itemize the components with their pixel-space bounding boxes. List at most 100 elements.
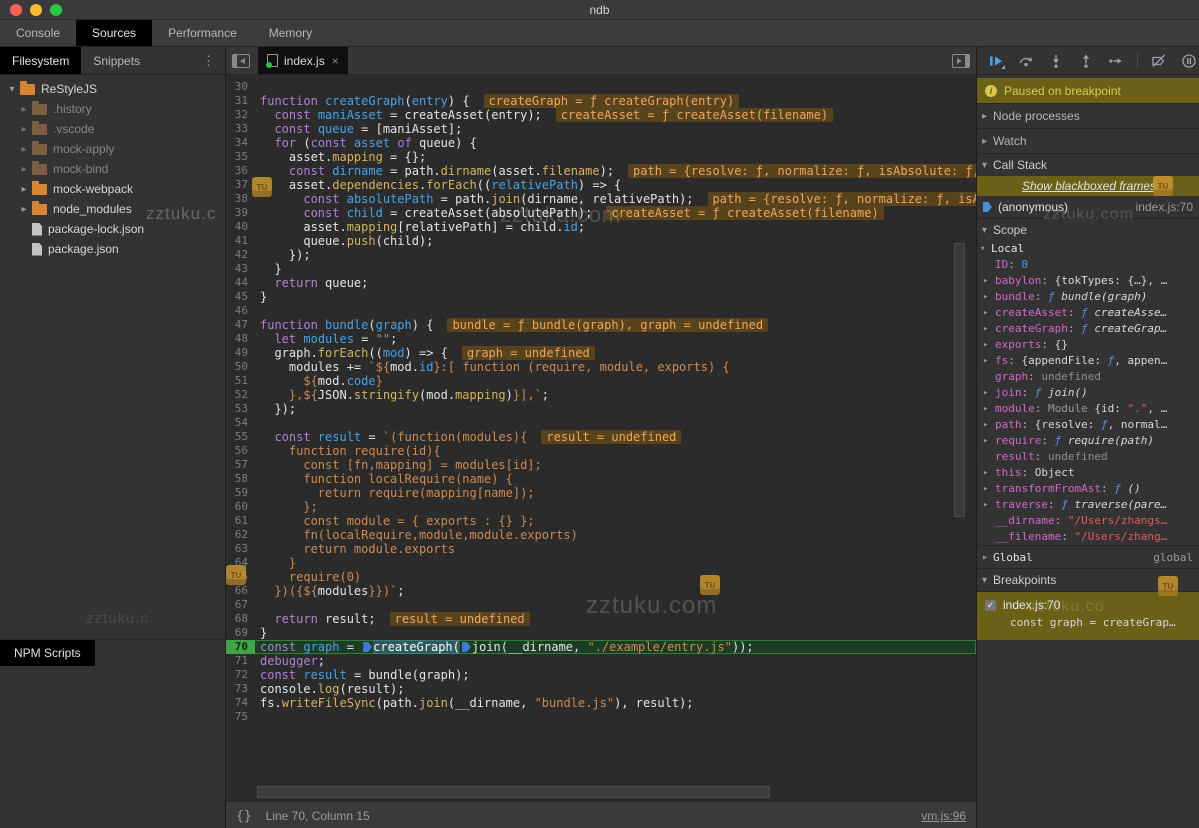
gutter-line-number[interactable]: 55 xyxy=(226,430,255,444)
chevron-right-icon[interactable]: ▸ xyxy=(18,204,30,215)
continue-to-here-icon[interactable] xyxy=(461,642,471,652)
chevron-right-icon[interactable]: ▸ xyxy=(983,321,988,337)
code-line[interactable]: 41 queue.push(child); xyxy=(226,234,976,248)
step-icon[interactable] xyxy=(1107,53,1125,69)
gutter-line-number[interactable]: 44 xyxy=(226,276,255,290)
code-line[interactable]: 73 console.log(result); xyxy=(226,682,976,696)
code-line[interactable]: 36 const dirname = path.dirname(asset.fi… xyxy=(226,164,976,178)
gutter-line-number[interactable]: 32 xyxy=(226,108,255,122)
scope-variable-bundle[interactable]: ▸ bundle: ƒ bundle(graph) xyxy=(977,289,1199,305)
section-breakpoints[interactable]: ▾ Breakpoints xyxy=(977,569,1199,592)
chevron-down-icon[interactable]: ▾ xyxy=(6,84,18,95)
breakpoint-checkbox[interactable]: ✓ xyxy=(985,599,996,611)
code-line[interactable]: 47 function bundle(graph) {bundle = ƒ bun… xyxy=(226,318,976,332)
tab-console[interactable]: Console xyxy=(0,20,76,46)
code-line[interactable]: 57 const [fn,mapping] = modules[id]; xyxy=(226,458,976,472)
editor-tab-indexjs[interactable]: index.js × xyxy=(258,47,348,74)
scope-local-header[interactable]: ▾ Local xyxy=(977,241,1199,257)
gutter-line-number[interactable]: 54 xyxy=(226,416,255,430)
code-line[interactable]: 68 return result; result = undefined xyxy=(226,612,976,626)
gutter-line-number[interactable]: 52 xyxy=(226,388,255,402)
tab-npm-scripts[interactable]: NPM Scripts xyxy=(0,640,95,666)
gutter-line-number[interactable]: 68 xyxy=(226,612,255,626)
code-line[interactable]: 39 const child = createAsset(absolutePat… xyxy=(226,206,976,220)
chevron-right-icon[interactable]: ▸ xyxy=(983,305,988,321)
step-out-icon[interactable] xyxy=(1077,53,1095,69)
gutter-line-number[interactable]: 41 xyxy=(226,234,255,248)
code-line[interactable]: 30 xyxy=(226,80,976,94)
scope-variable-traverse[interactable]: ▸ traverse: ƒ traverse(pare… xyxy=(977,497,1199,513)
code-line[interactable]: 64 } xyxy=(226,556,976,570)
code-line[interactable]: 35 asset.mapping = {}; xyxy=(226,150,976,164)
code-line[interactable]: 75 xyxy=(226,710,976,724)
gutter-line-number[interactable]: 61 xyxy=(226,514,255,528)
code-line[interactable]: 61 const module = { exports : {} }; xyxy=(226,514,976,528)
breakpoint-entry[interactable]: ✓ index.js:70 const graph = createGrap… xyxy=(977,592,1199,640)
gutter-line-number[interactable]: 63 xyxy=(226,542,255,556)
horizontal-scrollbar[interactable] xyxy=(257,786,770,798)
code-line[interactable]: 69} xyxy=(226,626,976,640)
tree-item-node-modules[interactable]: ▸ node_modules xyxy=(0,199,225,219)
gutter-line-number[interactable]: 47 xyxy=(226,318,255,332)
code-line[interactable]: 32 const maniAsset = createAsset(entry);… xyxy=(226,108,976,122)
code-line[interactable]: 65 require(0) xyxy=(226,570,976,584)
gutter-line-number[interactable]: 70 xyxy=(226,640,255,654)
scope-variable-createasset[interactable]: ▸ createAsset: ƒ createAsse… xyxy=(977,305,1199,321)
navigator-menu-icon[interactable]: ⋮ xyxy=(192,47,225,74)
tab-filesystem[interactable]: Filesystem xyxy=(0,47,82,74)
hide-navigator-icon[interactable] xyxy=(226,47,256,74)
chevron-right-icon[interactable]: ▸ xyxy=(983,289,988,305)
gutter-line-number[interactable]: 75 xyxy=(226,710,255,724)
tab-performance[interactable]: Performance xyxy=(152,20,253,46)
gutter-line-number[interactable]: 46 xyxy=(226,304,255,318)
chevron-right-icon[interactable]: ▸ xyxy=(983,481,988,497)
code-line[interactable]: 49 graph.forEach((mod) => {graph = undef… xyxy=(226,346,976,360)
continue-to-here-icon[interactable] xyxy=(363,642,373,652)
code-line[interactable]: 45} xyxy=(226,290,976,304)
chevron-right-icon[interactable]: ▸ xyxy=(983,465,988,481)
scope-global-row[interactable]: ▸ Global global xyxy=(977,545,1199,569)
code-line[interactable]: 59 return require(mapping[name]); xyxy=(226,486,976,500)
scope-variable-require[interactable]: ▸ require: ƒ require(path) xyxy=(977,433,1199,449)
code-line[interactable]: 38 const absolutePath = path.join(dirnam… xyxy=(226,192,976,206)
code-line[interactable]: 53 }); xyxy=(226,402,976,416)
code-line[interactable]: 71 debugger; xyxy=(226,654,976,668)
chevron-right-icon[interactable]: ▸ xyxy=(18,184,30,195)
gutter-line-number[interactable]: 53 xyxy=(226,402,255,416)
code-line[interactable]: 62 fn(localRequire,module,module.exports… xyxy=(226,528,976,542)
code-line[interactable]: 40 asset.mapping[relativePath] = child.i… xyxy=(226,220,976,234)
gutter-line-number[interactable]: 71 xyxy=(226,654,255,668)
tab-snippets[interactable]: Snippets xyxy=(81,47,152,74)
chevron-right-icon[interactable]: ▸ xyxy=(983,433,988,449)
tree-item-package-json[interactable]: package.json xyxy=(0,239,225,259)
code-line[interactable]: 50 modules += `${mod.id}:[ function (req… xyxy=(226,360,976,374)
scope-variable-creategraph[interactable]: ▸ createGraph: ƒ createGrap… xyxy=(977,321,1199,337)
scope-variable-path[interactable]: ▸ path: {resolve: ƒ, normal… xyxy=(977,417,1199,433)
gutter-line-number[interactable]: 42 xyxy=(226,248,255,262)
call-stack-frame[interactable]: (anonymous) index.js:70 xyxy=(977,196,1199,219)
code-line[interactable]: 55 const result = `(function(modules){re… xyxy=(226,430,976,444)
tree-item-restylejs[interactable]: ▾ ReStyleJS xyxy=(0,79,225,99)
gutter-line-number[interactable]: 69 xyxy=(226,626,255,640)
gutter-line-number[interactable]: 39 xyxy=(226,206,255,220)
code-line[interactable]: 37 asset.dependencies.forEach((relativeP… xyxy=(226,178,976,192)
vm-script-link[interactable]: vm.js:96 xyxy=(921,809,966,823)
chevron-right-icon[interactable]: ▸ xyxy=(983,273,988,289)
pretty-print-button[interactable]: {} xyxy=(236,809,252,824)
code-line[interactable]: 43 } xyxy=(226,262,976,276)
section-call-stack[interactable]: ▾ Call Stack xyxy=(977,154,1199,176)
code-line[interactable]: 44 return queue; xyxy=(226,276,976,290)
gutter-line-number[interactable]: 56 xyxy=(226,444,255,458)
gutter-line-number[interactable]: 50 xyxy=(226,360,255,374)
section-scope[interactable]: ▾ Scope xyxy=(977,219,1199,241)
gutter-line-number[interactable]: 38 xyxy=(226,192,255,206)
code-line[interactable]: 72 const result = bundle(graph); xyxy=(226,668,976,682)
current-execution-line[interactable]: 70 const graph = createGraph(join(__dirna… xyxy=(226,640,976,654)
deactivate-breakpoints-icon[interactable] xyxy=(1150,53,1168,69)
chevron-right-icon[interactable]: ▸ xyxy=(983,385,988,401)
gutter-line-number[interactable]: 74 xyxy=(226,696,255,710)
gutter-line-number[interactable]: 60 xyxy=(226,500,255,514)
code-line[interactable]: 58 function localRequire(name) { xyxy=(226,472,976,486)
gutter-line-number[interactable]: 33 xyxy=(226,122,255,136)
tab-sources[interactable]: Sources xyxy=(76,20,153,46)
